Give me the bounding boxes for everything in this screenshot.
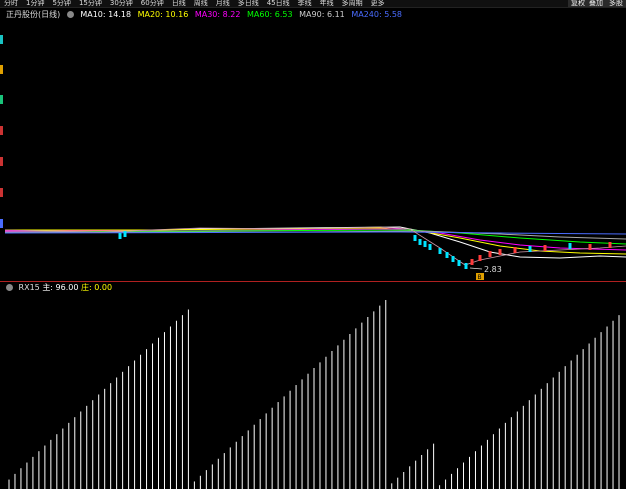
- candle: [513, 247, 517, 253]
- candle: [498, 249, 502, 255]
- indicator-param-zhuang: 庄: 0.00: [81, 283, 113, 292]
- candle: [478, 255, 482, 261]
- period-tab[interactable]: 周线: [190, 0, 212, 7]
- indicator-legend: RX15 主: 96.00 庄: 0.00: [6, 283, 112, 293]
- stock-name: 正丹股份(日线): [6, 10, 61, 19]
- panel-divider: [0, 281, 626, 282]
- candle: [568, 243, 572, 249]
- ma240-label: MA240: 5.58: [351, 10, 403, 19]
- candle: [588, 244, 592, 250]
- ma-lines: [4, 226, 626, 266]
- period-tab[interactable]: 15分钟: [75, 0, 106, 7]
- candle: [528, 246, 532, 252]
- period-tab[interactable]: 季线: [294, 0, 316, 7]
- candle: [470, 259, 474, 265]
- gear-icon[interactable]: [66, 11, 74, 18]
- candle: [438, 248, 442, 254]
- indicator-name: RX15: [18, 283, 40, 292]
- fuquan-button[interactable]: 复权: [568, 0, 588, 7]
- low-price-label: 2.83: [484, 265, 502, 274]
- period-tab[interactable]: 分时: [0, 0, 22, 7]
- candle: [608, 242, 612, 248]
- candlesticks: [118, 231, 612, 269]
- buy-marker-label: B: [478, 274, 482, 280]
- candle: [413, 235, 417, 241]
- gear-icon[interactable]: [6, 284, 13, 291]
- low-price-pointer: [469, 267, 483, 270]
- indicator-chart[interactable]: [0, 294, 626, 489]
- candle: [488, 251, 492, 257]
- period-tab[interactable]: 5分钟: [48, 0, 74, 7]
- candle: [464, 263, 468, 269]
- candle: [457, 260, 461, 266]
- period-tab[interactable]: 日线: [168, 0, 190, 7]
- period-tab[interactable]: 多日线: [234, 0, 263, 7]
- candle: [543, 245, 547, 251]
- candle: [451, 256, 455, 262]
- ma10-label: MA10: 14.18: [80, 10, 132, 19]
- price-chart[interactable]: 2.83 B: [0, 20, 626, 280]
- ma90-label: MA90: 6.11: [299, 10, 345, 19]
- ma30-label: MA30: 8.22: [194, 10, 241, 19]
- candle: [123, 231, 127, 237]
- period-tab[interactable]: 30分钟: [106, 0, 137, 7]
- period-tab[interactable]: 60分钟: [137, 0, 168, 7]
- multi-stock-button[interactable]: 多股: [606, 0, 626, 7]
- period-tab[interactable]: 45日线: [263, 0, 294, 7]
- ma60-label: MA60: 6.53: [247, 10, 293, 19]
- indicator-param-main: 主: 96.00: [42, 283, 79, 292]
- ma20-label: MA20: 10.16: [137, 10, 189, 19]
- overlay-button[interactable]: 叠加: [586, 0, 606, 7]
- candle: [445, 252, 449, 258]
- candle: [118, 233, 122, 239]
- period-tab[interactable]: 1分钟: [22, 0, 48, 7]
- period-tab[interactable]: 月线: [212, 0, 234, 7]
- candle: [418, 239, 422, 245]
- candle: [428, 244, 432, 250]
- period-tab[interactable]: 多周期: [338, 0, 367, 7]
- period-toolbar: 分时 1分钟 5分钟 15分钟 30分钟 60分钟 日线 周线 月线 多日线 45日线 季线 年线 多周期…: [0, 0, 626, 8]
- period-tab[interactable]: 更多: [367, 0, 389, 7]
- ma-legend: 正丹股份(日线) MA10: 14.18 MA20: 10.16 MA30: 8…: [6, 9, 406, 20]
- period-tab[interactable]: 年线: [316, 0, 338, 7]
- candle: [423, 241, 427, 247]
